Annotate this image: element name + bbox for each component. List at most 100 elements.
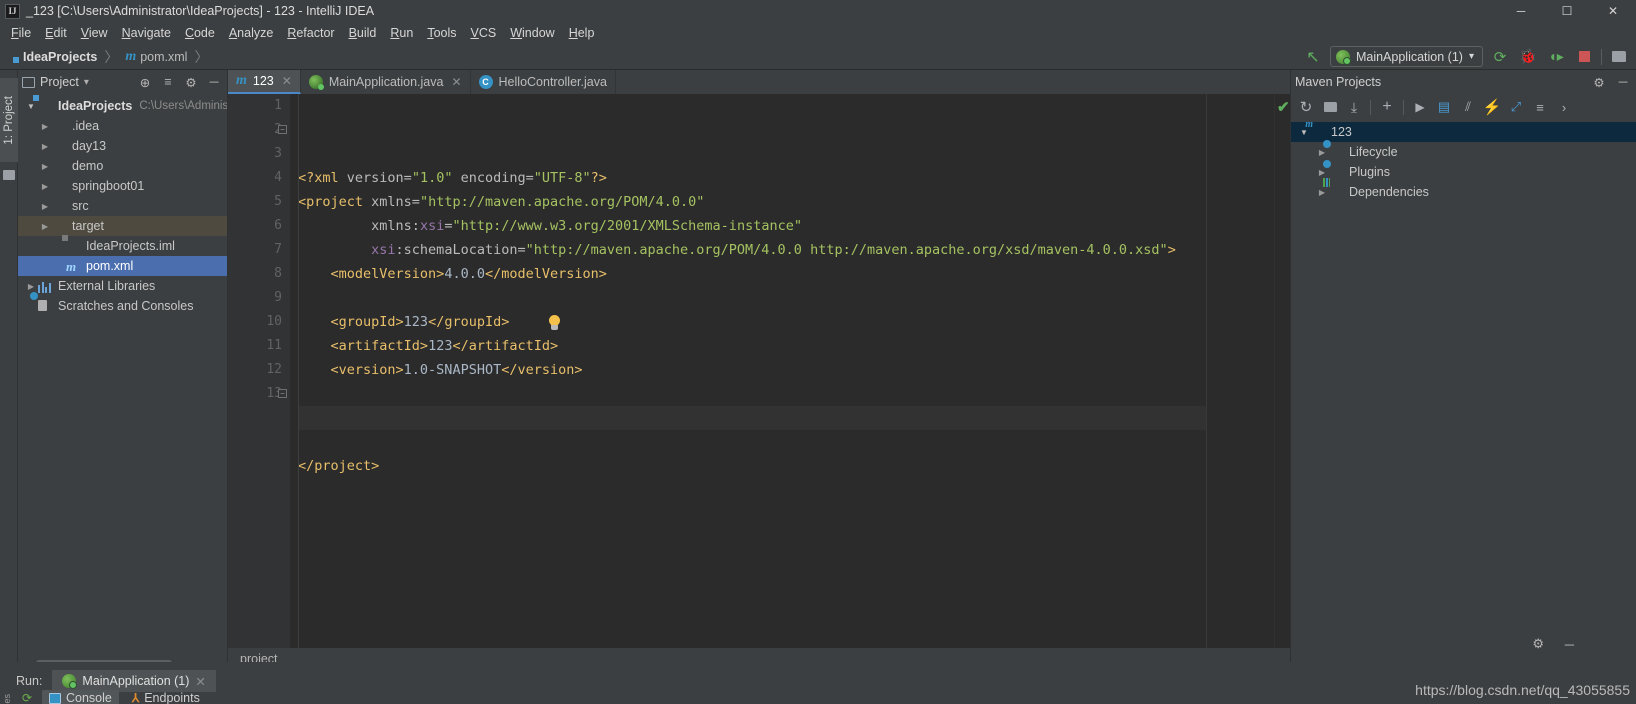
chevron-right-icon[interactable]: ▶ [38, 142, 52, 151]
hide-icon[interactable]: ─ [205, 73, 223, 91]
settings-gear-icon[interactable]: ⚙ [182, 73, 200, 91]
download-sources-icon[interactable]: ⤓ [1343, 96, 1365, 118]
close-icon[interactable]: ✕ [282, 74, 292, 88]
run-tool-window-header: Run: MainApplication (1) ✕ [0, 670, 1636, 692]
module-icon [6, 51, 19, 63]
console-tab[interactable]: Console [42, 690, 119, 704]
maven-tree-item-lifecycle[interactable]: ▶ Lifecycle [1291, 142, 1636, 162]
stop-button[interactable] [1573, 46, 1595, 68]
folder-icon[interactable] [3, 170, 15, 180]
add-maven-project-icon[interactable]: + [1376, 96, 1398, 118]
menu-item-refactor[interactable]: Refactor [280, 24, 341, 42]
more-icon[interactable]: › [1553, 96, 1575, 118]
collapse-all-icon[interactable]: ≡ [159, 73, 177, 91]
breadcrumb-project[interactable]: IdeaProjects [23, 50, 97, 64]
maximize-button[interactable]: ☐ [1544, 0, 1590, 22]
chevron-down-icon[interactable]: ▼ [24, 102, 38, 111]
menu-item-view[interactable]: View [74, 24, 115, 42]
tree-item-pom-xml[interactable]: m pom.xml [18, 256, 227, 276]
tree-item-src[interactable]: ▶ src [18, 196, 227, 216]
chevron-right-icon[interactable]: ▶ [1315, 168, 1329, 177]
locate-icon[interactable]: ⊕ [136, 73, 154, 91]
menu-item-window[interactable]: Window [503, 24, 561, 42]
execute-goal-icon[interactable]: ▤ [1433, 96, 1455, 118]
left-tool-rail: 1: Project [0, 70, 18, 670]
menu-item-analyze[interactable]: Analyze [222, 24, 280, 42]
generate-sources-icon[interactable] [1319, 96, 1341, 118]
collapse-all-icon[interactable]: ≡ [1529, 96, 1551, 118]
hide-icon[interactable]: ─ [1614, 73, 1632, 91]
tree-item-idea[interactable]: ▶ .idea [18, 116, 227, 136]
intention-bulb-icon[interactable] [548, 315, 561, 330]
maven-tree-item-123[interactable]: ▼ 123 [1291, 122, 1636, 142]
settings-gear-icon[interactable]: ⚙ [1532, 636, 1544, 652]
chevron-right-icon[interactable]: ▶ [38, 122, 52, 131]
chevron-down-icon[interactable]: ▾ [84, 77, 89, 88]
tree-item-day13[interactable]: ▶ day13 [18, 136, 227, 156]
maven-tree-item-label: Dependencies [1349, 185, 1429, 199]
minimize-button[interactable]: ─ [1498, 0, 1544, 22]
menu-item-run[interactable]: Run [383, 24, 420, 42]
run-maven-build-icon[interactable]: ▶ [1409, 96, 1431, 118]
project-structure-button[interactable] [1608, 46, 1630, 68]
expand-icon[interactable]: ⤢ [1505, 96, 1527, 118]
maven-tree-item-label: Plugins [1349, 165, 1390, 179]
close-icon[interactable]: ✕ [195, 674, 205, 689]
menu-item-build[interactable]: Build [342, 24, 384, 42]
chevron-right-icon[interactable]: ▶ [38, 202, 52, 211]
tree-item-ideaprojects[interactable]: ▼ IdeaProjects C:\Users\Adminis [18, 96, 227, 116]
code-fold-toggle-icon[interactable]: − [278, 389, 287, 398]
menu-item-file[interactable]: File [4, 24, 38, 42]
run-tab-mainapplication[interactable]: MainApplication (1) ✕ [52, 670, 216, 692]
maven-tree-item-plugins[interactable]: ▶ Plugins [1291, 162, 1636, 182]
chevron-right-icon[interactable]: ▶ [24, 282, 38, 291]
endpoints-tab[interactable]: ⅄ Endpoints [125, 690, 207, 704]
run-configuration-selector[interactable]: MainApplication (1) ▾ [1329, 46, 1483, 67]
toggle-skip-tests-icon[interactable]: ⫽ [1457, 96, 1479, 118]
menu-item-navigate[interactable]: Navigate [115, 24, 178, 42]
code-fold-toggle-icon[interactable]: − [278, 125, 287, 134]
back-arrow-icon[interactable]: ↖ [1302, 46, 1324, 68]
chevron-right-icon[interactable]: ▶ [38, 182, 52, 191]
rerun-icon[interactable]: ⟳ [18, 691, 36, 704]
editor-tab-hellocontroller-java[interactable]: C HelloController.java [471, 70, 616, 94]
settings-gear-icon[interactable]: ⚙ [1590, 73, 1608, 91]
chevron-right-icon[interactable]: ▶ [38, 162, 52, 171]
tree-item-scratches-and-consoles[interactable]: Scratches and Consoles [18, 296, 227, 316]
tree-item-springboot01[interactable]: ▶ springboot01 [18, 176, 227, 196]
menu-item-tools[interactable]: Tools [420, 24, 463, 42]
editor-tab-mainapplication-java[interactable]: MainApplication.java ✕ [301, 70, 471, 94]
tree-item-external-libraries[interactable]: ▶ External Libraries [18, 276, 227, 296]
tree-item-ideaprojects-iml[interactable]: IdeaProjects.iml [18, 236, 227, 256]
menu-item-help[interactable]: Help [562, 24, 602, 42]
tree-item-label: Scratches and Consoles [58, 299, 194, 313]
menu-item-edit[interactable]: Edit [38, 24, 74, 42]
menu-item-code[interactable]: Code [178, 24, 222, 42]
debug-button[interactable]: 🐞 [1517, 46, 1539, 68]
line-number: 12 [266, 362, 282, 377]
close-icon[interactable]: ✕ [451, 75, 461, 89]
run-tab-label: MainApplication (1) [82, 674, 190, 688]
run-button[interactable]: ⟳ [1489, 46, 1511, 68]
main-body: 1: Project Project ▾ ⊕ ≡ ⚙ ─ ▼ IdeaProjec… [0, 70, 1636, 670]
menu-item-vcs[interactable]: VCS [464, 24, 504, 42]
tree-item-target[interactable]: ▶ target [18, 216, 227, 236]
run-view-tabs: es ⟳ Console ⅄ Endpoints [0, 690, 1636, 704]
chevron-right-icon[interactable]: ▶ [38, 222, 52, 231]
bottom-panel: Run: MainApplication (1) ✕ es ⟳ Console … [0, 670, 1636, 704]
close-button[interactable]: ✕ [1590, 0, 1636, 22]
editor-tab-label: HelloController.java [498, 75, 607, 89]
editor-inspection-gutter[interactable]: ✔ [1274, 94, 1290, 648]
editor-tab-123[interactable]: m 123 ✕ [228, 70, 301, 94]
tree-item-demo[interactable]: ▶ demo [18, 156, 227, 176]
toggle-offline-icon[interactable]: ⚡ [1481, 96, 1503, 118]
maven-tree-item-dependencies[interactable]: ▶ Dependencies [1291, 182, 1636, 202]
chevron-right-icon[interactable]: ▶ [1315, 188, 1329, 197]
hide-icon[interactable]: ─ [1565, 637, 1574, 652]
project-tool-tab[interactable]: 1: Project [0, 78, 18, 162]
breadcrumb-file[interactable]: pom.xml [140, 50, 187, 64]
reimport-icon[interactable]: ↻ [1295, 96, 1317, 118]
chevron-right-icon[interactable]: ▶ [1315, 148, 1329, 157]
run-with-coverage-button[interactable]: ◖▸ [1545, 46, 1567, 68]
code-content[interactable]: <?xml version="1.0" encoding="UTF-8"?> <p… [290, 94, 1206, 648]
